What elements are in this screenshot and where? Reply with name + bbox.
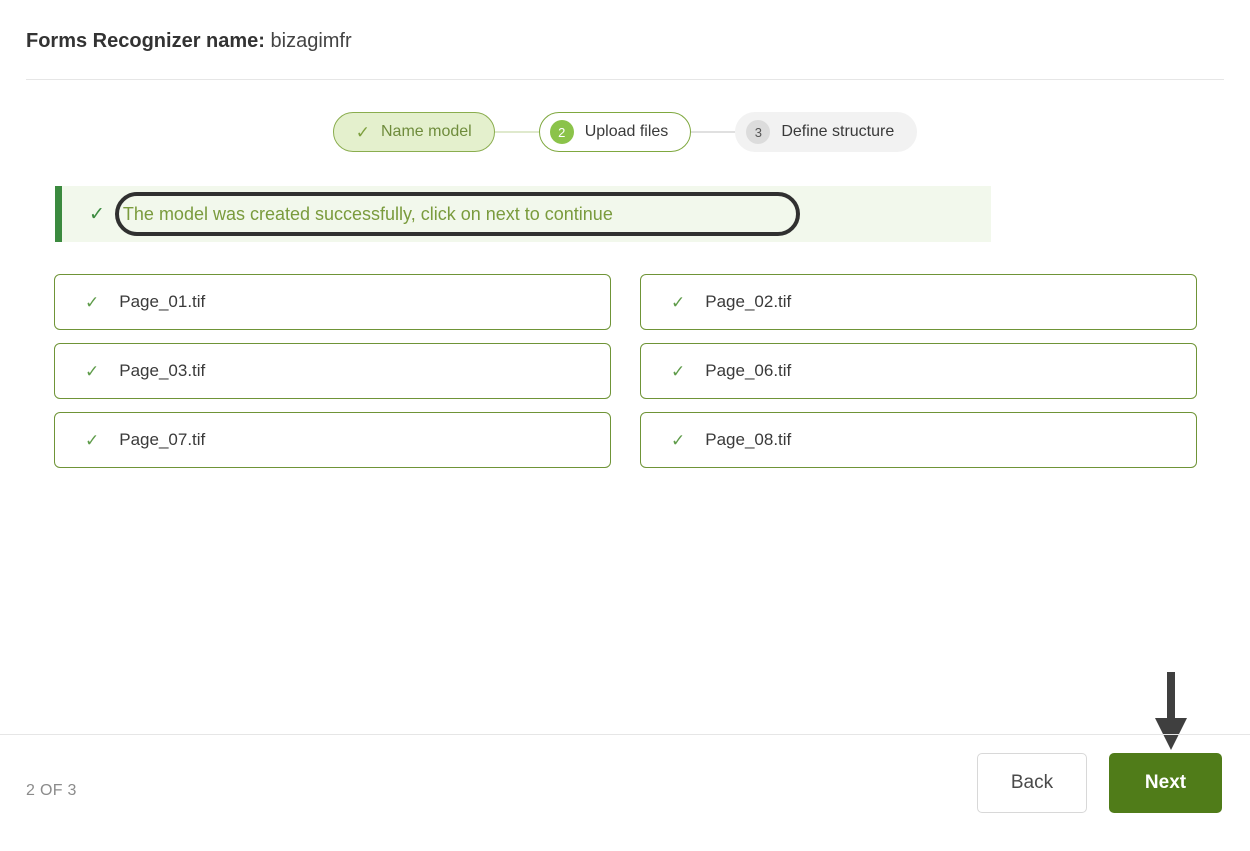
step-number-badge: 2	[549, 120, 574, 144]
check-icon: ✓	[85, 361, 100, 381]
list-item[interactable]: ✓ Page_08.tif	[640, 412, 1197, 468]
step-label: Name model	[381, 123, 472, 140]
banner-accent-bar	[55, 186, 62, 242]
step-define-structure[interactable]: 3 Define structure	[735, 112, 918, 152]
back-button[interactable]: Back	[977, 753, 1087, 813]
check-icon: ✓	[671, 361, 686, 381]
check-icon: ✓	[85, 430, 100, 450]
step-label: Define structure	[781, 123, 895, 140]
header-divider	[26, 79, 1224, 80]
forms-recognizer-wizard: Forms Recognizer name: bizagimfr ✓ Name …	[0, 0, 1250, 851]
check-icon: ✓	[89, 203, 105, 225]
footer-actions: Back Next	[977, 753, 1222, 813]
step-connector-2	[691, 131, 736, 133]
check-icon: ✓	[355, 122, 370, 142]
list-item[interactable]: ✓ Page_02.tif	[640, 274, 1197, 330]
list-item[interactable]: ✓ Page_03.tif	[54, 343, 611, 399]
file-name: Page_08.tif	[705, 430, 792, 449]
file-name: Page_07.tif	[119, 430, 206, 449]
check-icon: ✓	[671, 292, 686, 312]
next-button[interactable]: Next	[1109, 753, 1222, 813]
list-item[interactable]: ✓ Page_07.tif	[54, 412, 611, 468]
step-number-badge: 3	[746, 120, 771, 144]
page-indicator: 2 OF 3	[26, 782, 77, 799]
banner-message: The model was created successfully, clic…	[122, 203, 613, 224]
wizard-stepper: ✓ Name model 2 Upload files 3 Define str…	[0, 112, 1250, 152]
page-title-value: bizagimfr	[270, 30, 352, 52]
page-title: Forms Recognizer name: bizagimfr	[26, 30, 352, 53]
annotation-down-arrow-icon	[1155, 672, 1187, 750]
footer-divider	[0, 734, 1250, 735]
file-name: Page_02.tif	[705, 292, 792, 311]
page-title-label: Forms Recognizer name:	[26, 30, 265, 52]
check-icon: ✓	[671, 430, 686, 450]
check-icon: ✓	[85, 292, 100, 312]
list-item[interactable]: ✓ Page_01.tif	[54, 274, 611, 330]
step-name-model[interactable]: ✓ Name model	[332, 112, 495, 152]
uploaded-files-list: ✓ Page_01.tif ✓ Page_02.tif ✓ Page_03.ti…	[54, 274, 1197, 468]
step-upload-files[interactable]: 2 Upload files	[538, 112, 692, 152]
list-item[interactable]: ✓ Page_06.tif	[640, 343, 1197, 399]
step-connector-1	[494, 131, 539, 133]
step-label: Upload files	[584, 123, 669, 140]
file-name: Page_03.tif	[119, 361, 206, 380]
file-name: Page_06.tif	[705, 361, 792, 380]
success-banner: ✓ The model was created successfully, cl…	[55, 186, 991, 242]
file-name: Page_01.tif	[119, 292, 206, 311]
